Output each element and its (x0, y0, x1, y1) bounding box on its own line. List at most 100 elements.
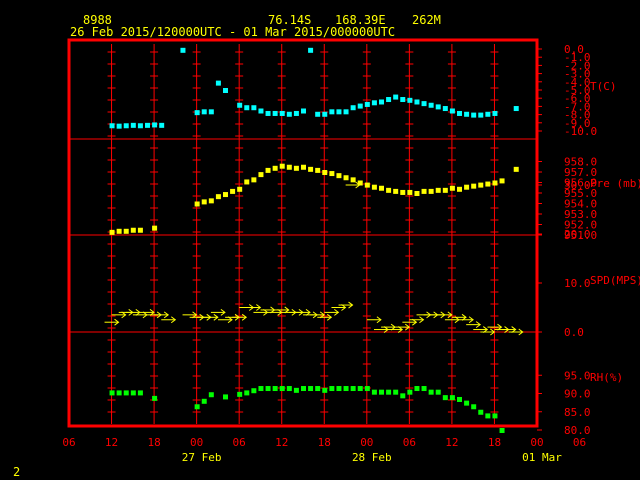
pressure-point (485, 181, 491, 187)
temperature-point (379, 99, 384, 105)
temperature-point (258, 108, 264, 114)
temperature-point (279, 110, 285, 116)
pressure-point (251, 177, 257, 183)
temperature-point (109, 123, 115, 129)
pressure-point (272, 165, 278, 171)
temperature-point (336, 109, 342, 115)
humidity-point (272, 386, 278, 392)
x-tick-label: 18 (488, 436, 501, 449)
temperature-point (428, 102, 434, 108)
pressure-point (237, 186, 243, 192)
temperature-point (371, 100, 377, 106)
temperature-point (194, 110, 200, 116)
temperature-point (286, 111, 292, 117)
humidity-point (457, 396, 462, 402)
humidity-point (265, 386, 271, 392)
humidity-point (407, 389, 413, 395)
temperature-point (237, 102, 243, 108)
temperature-point (386, 97, 392, 103)
y-tick-label-wind: 10.0 (564, 277, 591, 290)
pressure-point (208, 198, 214, 204)
y-tick-label-wind: 30.0 (564, 179, 591, 192)
pressure-point (400, 189, 406, 195)
panel-label-temperature: T(C) (590, 80, 617, 93)
x-tick-label: 06 (233, 436, 246, 449)
pressure-point (137, 227, 143, 233)
pressure-point (421, 188, 427, 194)
temperature-point (265, 110, 271, 116)
pressure-point (379, 185, 384, 191)
pressure-point (109, 229, 115, 235)
humidity-point (449, 395, 455, 401)
pressure-point (293, 165, 299, 171)
humidity-point (244, 390, 250, 396)
temperature-point (357, 103, 363, 109)
pressure-point (322, 170, 328, 175)
pressure-point (386, 187, 392, 193)
pressure-point (201, 199, 207, 205)
pressure-point (116, 228, 122, 234)
humidity-point (237, 391, 243, 397)
pressure-point (343, 175, 349, 181)
temperature-point (215, 80, 221, 86)
temperature-point (414, 99, 420, 105)
humidity-point (137, 390, 143, 396)
humidity-point (442, 395, 448, 401)
y-tick-label-wind: 20.0 (564, 228, 591, 241)
pressure-point (244, 179, 250, 185)
temperature-point (116, 123, 122, 129)
temperature-point (152, 122, 158, 128)
plot-frame (67, 38, 539, 428)
humidity-point (421, 386, 427, 392)
pressure-point (407, 189, 413, 195)
temperature-point (485, 111, 491, 117)
temperature-point (137, 123, 143, 129)
humidity-point (251, 388, 257, 394)
temperature-point (201, 109, 207, 115)
pressure-point (315, 167, 321, 173)
temperature-point (322, 111, 328, 117)
pressure-point (329, 171, 335, 177)
y-tick-label-humidity: 95.0 (564, 369, 591, 382)
humidity-point (123, 390, 129, 396)
pressure-point (336, 173, 342, 179)
humidity-point (485, 413, 491, 419)
date-label: 27 Feb (182, 451, 222, 464)
y-tick-label-wind: 0.0 (564, 326, 584, 339)
temperature-point (145, 122, 150, 128)
temperature-point (223, 88, 228, 93)
pressure-point (449, 185, 455, 191)
humidity-point (130, 390, 136, 396)
x-tick-label: 12 (275, 436, 288, 449)
page-index: 2 (13, 465, 20, 479)
temperature-point (308, 47, 314, 53)
temperature-point (393, 94, 399, 100)
pressure-point (230, 188, 236, 194)
panel-label-wind: SPD(MPS) (590, 274, 640, 287)
humidity-point (492, 413, 498, 419)
x-tick-label: 06 (403, 436, 416, 449)
pressure-point (308, 166, 314, 172)
humidity-point (258, 386, 264, 392)
humidity-point (499, 428, 505, 433)
temperature-point (464, 111, 470, 117)
humidity-point (371, 389, 377, 395)
humidity-point (435, 389, 441, 395)
pressure-point (258, 172, 264, 178)
temperature-point (159, 122, 165, 128)
humidity-point (308, 386, 314, 392)
humidity-point (471, 404, 477, 410)
humidity-point (152, 395, 158, 401)
humidity-point (393, 389, 399, 395)
pressure-point (513, 166, 519, 172)
humidity-point (109, 390, 115, 396)
temperature-point (251, 105, 257, 111)
panel-label-humidity: RH(%) (590, 371, 623, 384)
humidity-point (293, 387, 299, 393)
pressure-point (492, 180, 498, 186)
y-tick-label-humidity: 90.0 (564, 388, 591, 401)
humidity-point (343, 386, 349, 392)
temperature-point (350, 105, 356, 111)
pressure-point (471, 183, 477, 189)
temperature-point (442, 106, 448, 112)
